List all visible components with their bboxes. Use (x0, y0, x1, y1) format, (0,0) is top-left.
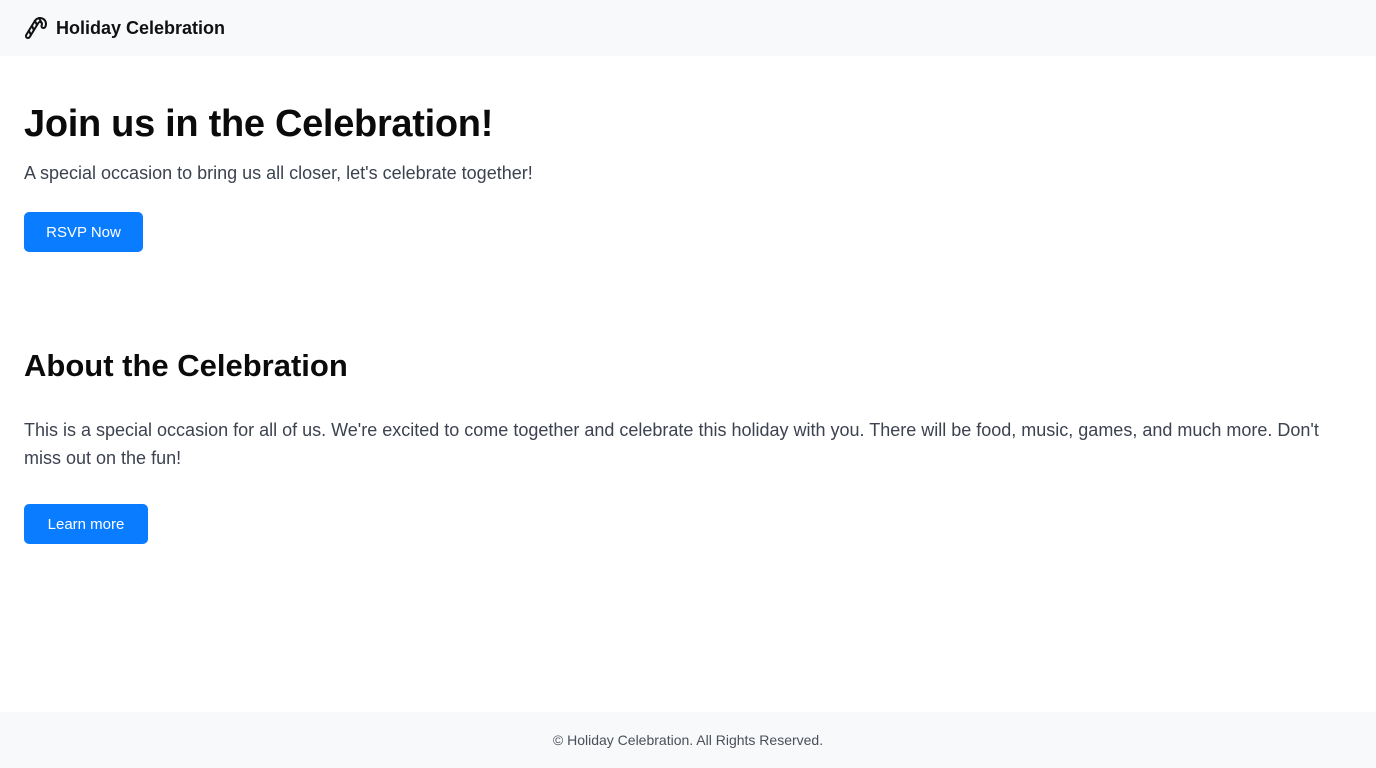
candy-cane-icon (24, 16, 48, 40)
page: Holiday Celebration Join us in the Celeb… (0, 0, 1376, 768)
hero-section: Join us in the Celebration! A special oc… (24, 100, 1344, 252)
about-title: About the Celebration (24, 348, 348, 383)
brand-link[interactable]: Holiday Celebration (24, 16, 225, 40)
rsvp-now-button[interactable]: RSVP Now (24, 212, 143, 252)
learn-more-button[interactable]: Learn more (24, 504, 148, 544)
about-body: This is a special occasion for all of us… (24, 420, 1319, 468)
footer: © Holiday Celebration. All Rights Reserv… (0, 712, 1376, 768)
brand-name: Holiday Celebration (56, 18, 226, 38)
hero-title: Join us in the Celebration! (24, 103, 494, 145)
navbar: Holiday Celebration (0, 0, 1376, 56)
footer-copyright: © Holiday Celebration. All Rights Reserv… (552, 732, 824, 748)
hero-subtitle: A special occasion to bring us all close… (24, 163, 533, 183)
about-section: About the Celebration This is a special … (24, 344, 1324, 544)
